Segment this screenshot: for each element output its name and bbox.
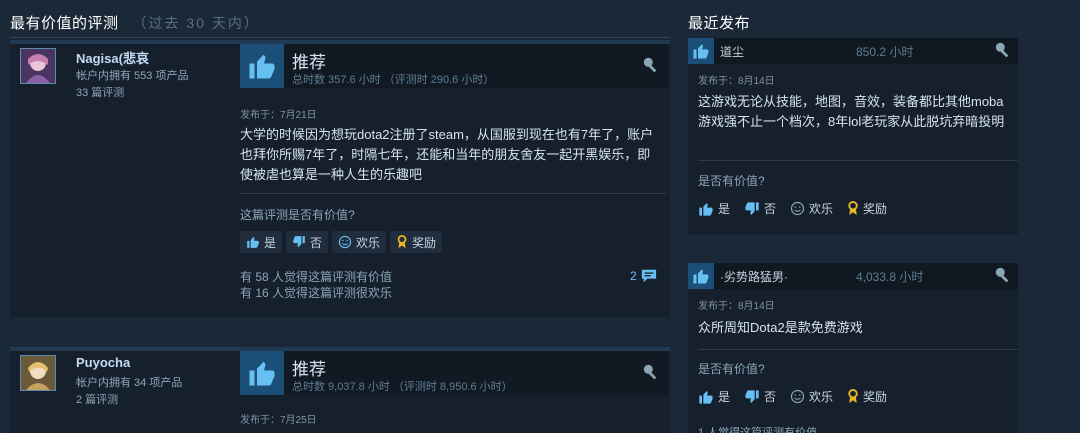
thumbs-up-icon bbox=[247, 236, 259, 248]
smile-icon bbox=[790, 389, 805, 404]
vote-funny-button[interactable]: 欢乐 bbox=[790, 388, 833, 405]
thumbs-up-icon bbox=[688, 38, 714, 64]
divider bbox=[240, 193, 666, 194]
products-owned[interactable]: 帐户内拥有 34 项产品 bbox=[76, 375, 182, 392]
recent-playtime: 850.2 小时 bbox=[856, 45, 914, 59]
author-name[interactable]: Puyocha bbox=[76, 355, 130, 370]
comment-icon bbox=[641, 269, 656, 283]
header-rule bbox=[10, 37, 670, 38]
recommendation-label: 推荐 bbox=[292, 53, 326, 72]
award-key-icon[interactable] bbox=[642, 56, 660, 79]
award-medal-icon bbox=[848, 201, 858, 216]
recent-review-header[interactable]: ·劣势路猛男· 4,033.8 小时 bbox=[688, 263, 1018, 289]
smile-icon bbox=[338, 235, 352, 249]
most-helpful-subtitle: （过去 30 天内） bbox=[132, 15, 260, 31]
funny-stat: 有 16 人觉得这篇评测很欢乐 bbox=[240, 286, 393, 300]
vote-funny-button[interactable]: 欢乐 bbox=[790, 200, 833, 217]
recent-review-header[interactable]: 道尘 850.2 小时 bbox=[688, 38, 1018, 64]
vote-header[interactable]: 推荐 总时数 9,037.8 小时 （评测时 8,950.6 小时） bbox=[240, 351, 668, 395]
author-name[interactable]: Nagisa(悲哀 bbox=[76, 48, 149, 67]
vote-funny-button[interactable]: 欢乐 bbox=[332, 231, 387, 253]
divider bbox=[698, 349, 1018, 350]
award-medal-icon bbox=[397, 235, 407, 249]
recent-user-name[interactable]: 道尘 bbox=[720, 43, 744, 60]
recent-vote-buttons: 是 否 欢乐 奖励 bbox=[698, 388, 887, 405]
recent-vote-buttons: 是 否 欢乐 奖励 bbox=[698, 200, 887, 217]
divider bbox=[698, 160, 1018, 161]
recommendation-label: 推荐 bbox=[292, 360, 326, 379]
thumbs-down-icon bbox=[745, 389, 759, 403]
helpful-stat: 有 58 人觉得这篇评测有价值 bbox=[240, 270, 393, 284]
thumbs-up-icon bbox=[699, 202, 713, 216]
award-button[interactable]: 奖励 bbox=[847, 200, 887, 217]
vote-yes-button[interactable]: 是 bbox=[698, 200, 730, 217]
vote-no-label: 否 bbox=[310, 235, 323, 250]
review-count[interactable]: 2 篇评测 bbox=[76, 392, 182, 409]
recent-title: 最近发布 bbox=[688, 15, 751, 32]
recent-review-text: 这游戏无论从技能，地图，音效，装备都比其他moba游戏强不止一个档次，8年lol… bbox=[698, 94, 1005, 129]
award-button[interactable]: 奖励 bbox=[847, 388, 887, 405]
recent-header: 最近发布 bbox=[688, 12, 750, 33]
vote-no-label: 否 bbox=[764, 390, 777, 404]
vote-yes-label: 是 bbox=[718, 390, 731, 404]
most-helpful-header: 最有价值的评测 （过去 30 天内） bbox=[10, 12, 260, 33]
vote-buttons: 是 否 欢乐 奖励 bbox=[240, 231, 443, 253]
products-owned[interactable]: 帐户内拥有 553 项产品 bbox=[76, 68, 188, 85]
posted-date: 发布于：7月25日 bbox=[240, 415, 317, 426]
recent-posted-date: 发布于：8月14日 bbox=[698, 76, 775, 87]
recent-helpful-question: 是否有价值? bbox=[698, 362, 765, 376]
author-meta: 帐户内拥有 553 项产品 33 篇评测 bbox=[76, 68, 188, 102]
comment-link[interactable]: 2 bbox=[630, 268, 658, 284]
vote-funny-label: 欢乐 bbox=[809, 390, 834, 404]
most-helpful-title: 最有价值的评测 bbox=[10, 15, 119, 32]
award-key-icon[interactable] bbox=[642, 363, 660, 386]
avatar[interactable] bbox=[20, 355, 56, 391]
recent-helpful-stat: 1 人觉得这篇评测有价值 bbox=[698, 427, 818, 433]
thumbs-up-icon bbox=[699, 390, 713, 404]
vote-yes-button[interactable]: 是 bbox=[240, 231, 283, 253]
award-medal-icon bbox=[848, 389, 858, 404]
vote-no-button[interactable]: 否 bbox=[744, 388, 776, 405]
award-button[interactable]: 奖励 bbox=[390, 231, 443, 253]
helpful-question: 这篇评测是否有价值? bbox=[240, 208, 355, 222]
vote-header[interactable]: 推荐 总时数 357.6 小时 （评测时 290.6 小时） bbox=[240, 44, 668, 88]
recent-review-text: 众所周知Dota2是款免费游戏 bbox=[698, 320, 863, 335]
thumbs-up-icon bbox=[240, 44, 284, 88]
vote-yes-label: 是 bbox=[718, 202, 731, 216]
award-key-icon[interactable] bbox=[994, 266, 1012, 289]
thumbs-up-icon bbox=[688, 263, 714, 289]
vote-yes-button[interactable]: 是 bbox=[698, 388, 730, 405]
playtime: 总时数 9,037.8 小时 （评测时 8,950.6 小时） bbox=[292, 381, 513, 393]
vote-no-button[interactable]: 否 bbox=[744, 200, 776, 217]
author-meta: 帐户内拥有 34 项产品 2 篇评测 bbox=[76, 375, 182, 409]
posted-date: 发布于：7月21日 bbox=[240, 110, 317, 121]
award-label: 奖励 bbox=[412, 235, 437, 250]
award-key-icon[interactable] bbox=[994, 41, 1012, 64]
vote-no-label: 否 bbox=[764, 202, 777, 216]
award-label: 奖励 bbox=[863, 202, 888, 216]
review-count[interactable]: 33 篇评测 bbox=[76, 85, 188, 102]
thumbs-down-icon bbox=[745, 201, 759, 215]
avatar[interactable] bbox=[20, 48, 56, 84]
recent-review-card: 道尘 850.2 小时 发布于：8月14日 这游戏无论从技能，地图，音效，装备都… bbox=[688, 38, 1018, 235]
comment-count: 2 bbox=[630, 269, 637, 283]
award-label: 奖励 bbox=[863, 390, 888, 404]
smile-icon bbox=[790, 201, 805, 216]
recent-user-name[interactable]: ·劣势路猛男· bbox=[720, 268, 788, 285]
review-stats: 有 58 人觉得这篇评测有价值 有 16 人觉得这篇评测很欢乐 bbox=[240, 269, 392, 301]
vote-funny-label: 欢乐 bbox=[356, 235, 381, 250]
vote-funny-label: 欢乐 bbox=[809, 202, 834, 216]
recent-posted-date: 发布于：8月14日 bbox=[698, 301, 775, 312]
review-card: Puyocha 帐户内拥有 34 项产品 2 篇评测 推荐 总时数 9,037.… bbox=[10, 347, 670, 433]
review-text: 大学的时候因为想玩dota2注册了steam，从国服到现在也有7年了，账户也拜你… bbox=[240, 127, 654, 182]
vote-yes-label: 是 bbox=[264, 235, 277, 250]
playtime: 总时数 357.6 小时 （评测时 290.6 小时） bbox=[292, 74, 495, 86]
review-card: Nagisa(悲哀 帐户内拥有 553 项产品 33 篇评测 推荐 总时数 35… bbox=[10, 40, 670, 317]
recent-helpful-question: 是否有价值? bbox=[698, 174, 765, 188]
recent-playtime: 4,033.8 小时 bbox=[856, 270, 924, 284]
recent-review-card: ·劣势路猛男· 4,033.8 小时 发布于：8月14日 众所周知Dota2是款… bbox=[688, 263, 1018, 433]
thumbs-down-icon bbox=[293, 236, 305, 248]
vote-no-button[interactable]: 否 bbox=[286, 231, 329, 253]
thumbs-up-icon bbox=[240, 351, 284, 395]
